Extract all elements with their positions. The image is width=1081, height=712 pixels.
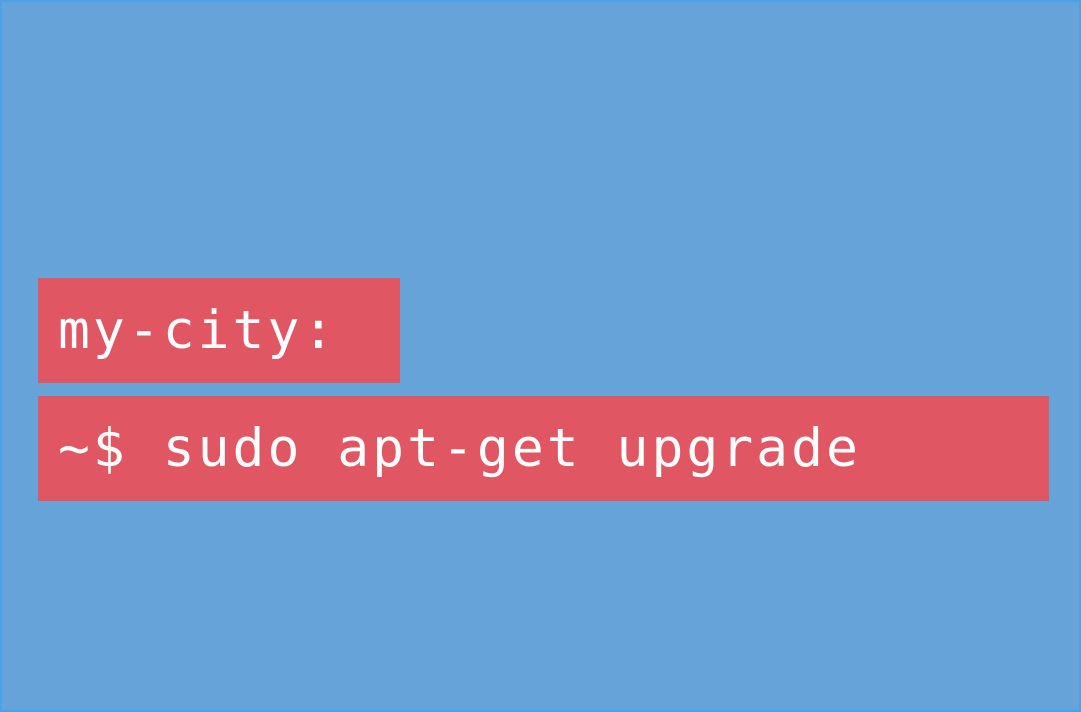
- command-text: ~$ sudo apt-get upgrade: [58, 418, 861, 479]
- terminal-prompt-graphic: my-city: ~$ sudo apt-get upgrade: [2, 2, 1079, 710]
- hostname-label: my-city:: [38, 278, 400, 383]
- hostname-text: my-city:: [58, 300, 338, 361]
- command-line-label: ~$ sudo apt-get upgrade: [38, 396, 1049, 501]
